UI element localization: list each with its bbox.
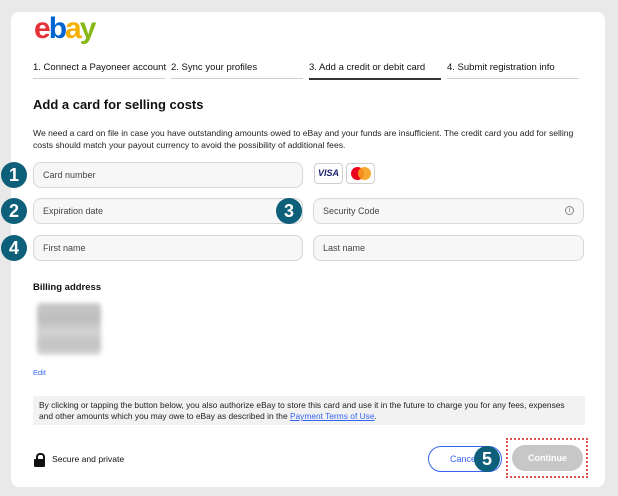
step-add-card: 3. Add a credit or debit card — [309, 62, 441, 80]
step-badge-5: 5 — [474, 446, 500, 472]
ebay-logo: ebay — [34, 12, 97, 45]
registration-steps: 1. Connect a Payoneer account 2. Sync yo… — [33, 62, 579, 80]
card-description: We need a card on file in case you have … — [33, 128, 574, 150]
visa-logo: VISA — [314, 163, 343, 184]
billing-address-redacted — [37, 303, 101, 355]
step-submit-registration: 4. Submit registration info — [447, 62, 579, 79]
step-sync-profiles: 2. Sync your profiles — [171, 62, 303, 79]
page-title: Add a card for selling costs — [33, 97, 204, 112]
lock-icon — [33, 452, 46, 467]
mastercard-icon — [346, 163, 375, 184]
last-name-input[interactable]: Last name — [313, 235, 584, 261]
step-connect-payoneer: 1. Connect a Payoneer account — [33, 62, 166, 79]
info-icon[interactable]: i — [565, 206, 574, 215]
secure-label: Secure and private — [52, 454, 125, 464]
card-number-input[interactable]: Card number — [33, 162, 303, 188]
billing-address-title: Billing address — [33, 282, 102, 293]
logo-letter-e: e — [34, 12, 51, 45]
step-badge-2: 2 — [1, 198, 27, 224]
consent-end: . — [374, 411, 377, 421]
edit-billing-link[interactable]: Edit — [33, 368, 46, 377]
logo-letter-b: b — [48, 12, 67, 45]
payment-terms-link[interactable]: Payment Terms of Use — [290, 411, 375, 421]
secure-notice: Secure and private — [33, 452, 125, 467]
security-code-label: Security Code — [323, 206, 380, 216]
first-name-input[interactable]: First name — [33, 235, 303, 261]
continue-highlight: Continue — [506, 438, 588, 478]
logo-letter-y: y — [79, 12, 97, 45]
step-badge-4: 4 — [1, 235, 27, 261]
step-badge-1: 1 — [1, 162, 27, 188]
logo-letter-a: a — [65, 12, 82, 45]
expiration-date-input[interactable]: Expiration date — [33, 198, 303, 224]
continue-button[interactable]: Continue — [512, 445, 583, 471]
security-code-input[interactable]: Security Code i — [313, 198, 584, 224]
step-badge-3: 3 — [276, 198, 302, 224]
consent-notice: By clicking or tapping the button below,… — [33, 396, 585, 425]
